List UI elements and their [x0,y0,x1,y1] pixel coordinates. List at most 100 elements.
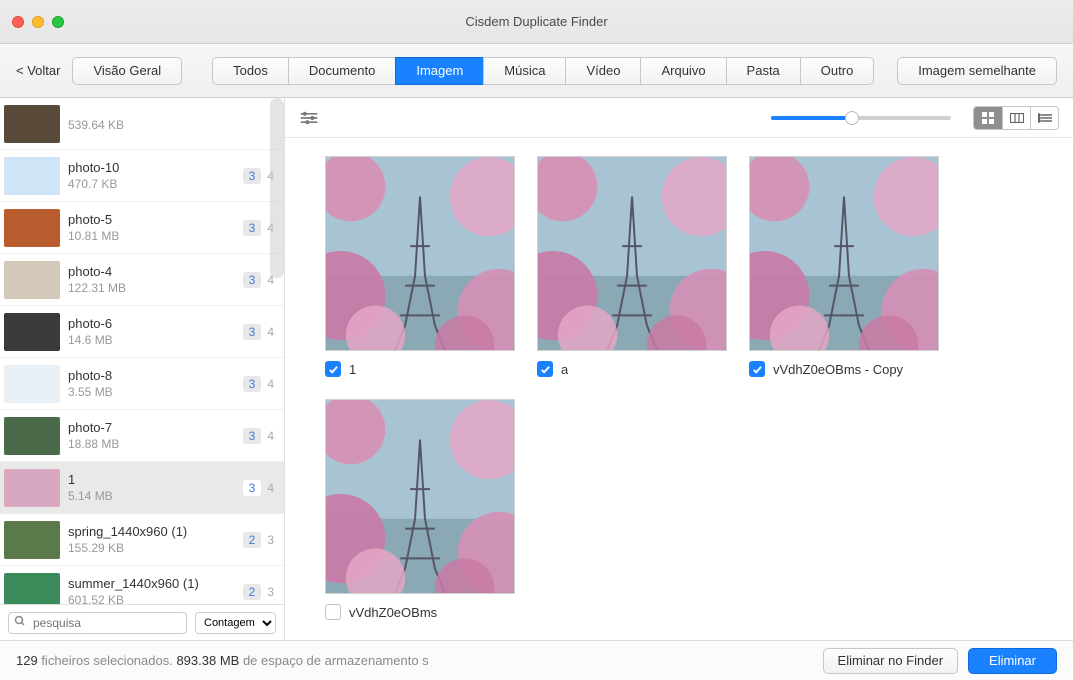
list-item-name: photo-4 [68,264,235,279]
back-button[interactable]: < Voltar [16,63,60,78]
list-item-size: 601.52 KB [68,593,235,604]
list-item-size: 122.31 MB [68,281,235,295]
list-item-selected-count: 3 [243,272,262,288]
grid-item-filename: 1 [349,362,356,377]
list-item-selected-count: 3 [243,168,262,184]
window-title: Cisdem Duplicate Finder [12,14,1061,29]
list-item[interactable]: photo-7 18.88 MB 34 [0,410,284,462]
list-item-size: 5.14 MB [68,489,235,503]
grid-item-checkbox[interactable] [537,361,553,377]
list-item-size: 470.7 KB [68,177,235,191]
grid-item-thumbnail [325,156,515,351]
view-list-button[interactable] [1030,107,1058,129]
view-grid-button[interactable] [974,107,1002,129]
list-item-thumbnail [4,157,60,195]
grid-item-filename: vVdhZ0eOBms - Copy [773,362,903,377]
tab-documento[interactable]: Documento [288,57,395,85]
list-item[interactable]: photo-510.81 MB34 [0,202,284,254]
list-item[interactable]: 15.14 MB34 [0,462,284,514]
list-item[interactable]: photo-614.6 MB34 [0,306,284,358]
tab-video[interactable]: Vídeo [565,57,640,85]
search-icon [14,615,26,630]
sidebar: 539.64 KBphoto-10470.7 KB34photo-510.81 … [0,98,285,640]
list-item[interactable]: photo-4122.31 MB34 [0,254,284,306]
overview-button[interactable]: Visão Geral [72,57,182,85]
list-item[interactable]: summer_1440x960 (1) 601.52 KB 23 [0,566,284,604]
grid-item-thumbnail [537,156,727,351]
titlebar: Cisdem Duplicate Finder [0,0,1073,44]
delete-in-finder-button[interactable]: Eliminar no Finder [823,648,959,674]
minimize-window-button[interactable] [32,16,44,28]
content-panel: 1 a vVdhZ0eOBms - Copy vVdhZ0eOBms [285,98,1073,640]
grid-item[interactable]: a [537,156,727,377]
list-item-name: photo-6 [68,316,235,331]
list-item-name: spring_1440x960 (1) [68,524,235,539]
sort-select[interactable]: Contagem [195,612,276,634]
list-item-selected-count: 3 [243,324,262,340]
duplicate-group-list[interactable]: 539.64 KBphoto-10470.7 KB34photo-510.81 … [0,98,284,604]
slider-thumb[interactable] [845,111,859,125]
list-item-thumbnail [4,105,60,143]
tab-imagem[interactable]: Imagem [395,57,483,85]
grid-item-thumbnail [749,156,939,351]
grid-item[interactable]: vVdhZ0eOBms [325,399,515,620]
grid-item-checkbox[interactable] [325,361,341,377]
close-window-button[interactable] [12,16,24,28]
tab-todos[interactable]: Todos [212,57,288,85]
scrollbar[interactable] [270,98,284,278]
thumbnail-size-slider[interactable] [771,116,951,120]
grid-item-filename: a [561,362,568,377]
filter-icon[interactable] [299,111,319,125]
list-item-name: 1 [68,472,235,487]
main-area: 539.64 KBphoto-10470.7 KB34photo-510.81 … [0,98,1073,640]
view-columns-button[interactable] [1002,107,1030,129]
traffic-lights [12,16,64,28]
list-item-selected-count: 3 [243,428,262,444]
grid-item-filename: vVdhZ0eOBms [349,605,437,620]
grid-item[interactable]: vVdhZ0eOBms - Copy [749,156,939,377]
grid-item[interactable]: 1 [325,156,515,377]
list-item-name: photo-7 [68,420,235,435]
sidebar-footer: Contagem [0,604,284,640]
list-item-size: 18.88 MB [68,437,235,451]
list-item-name: summer_1440x960 (1) [68,576,235,591]
list-item[interactable]: photo-83.55 MB34 [0,358,284,410]
list-item-thumbnail [4,521,60,559]
list-item-size: 3.55 MB [68,385,235,399]
list-item[interactable]: spring_1440x960 (1)155.29 KB23 [0,514,284,566]
search-box [8,612,187,634]
selected-count: 129 [16,653,38,668]
tab-outro[interactable]: Outro [800,57,875,85]
list-item[interactable]: 539.64 KB [0,98,284,150]
delete-button[interactable]: Eliminar [968,648,1057,674]
list-item-size: 155.29 KB [68,541,235,555]
list-item-total-count: 4 [267,481,274,495]
list-item-thumbnail [4,209,60,247]
tab-arquivo[interactable]: Arquivo [640,57,725,85]
list-item-thumbnail [4,469,60,507]
selected-count-suffix: ficheiros selecionados. [38,653,177,668]
status-bar: 129 ficheiros selecionados. 893.38 MB de… [0,640,1073,680]
list-item-total-count: 4 [267,325,274,339]
tab-musica[interactable]: Música [483,57,565,85]
grid-item-checkbox[interactable] [749,361,765,377]
list-item-thumbnail [4,573,60,605]
thumbnail-size-slider-wrap [331,116,961,120]
category-tabs: Todos Documento Imagem Música Vídeo Arqu… [212,57,874,85]
grid-item-thumbnail [325,399,515,594]
list-item-selected-count: 2 [243,584,262,600]
list-item-name: photo-5 [68,212,235,227]
toolbar: < Voltar Visão Geral Todos Documento Ima… [0,44,1073,98]
list-item-total-count: 3 [267,585,274,599]
list-item-total-count: 4 [267,429,274,443]
maximize-window-button[interactable] [52,16,64,28]
tab-pasta[interactable]: Pasta [726,57,800,85]
search-input[interactable] [8,612,187,634]
list-item-total-count: 3 [267,533,274,547]
grid-item-checkbox[interactable] [325,604,341,620]
list-item[interactable]: photo-10470.7 KB34 [0,150,284,202]
content-header [285,98,1073,138]
list-item-name: photo-10 [68,160,235,175]
similar-image-button[interactable]: Imagem semelhante [897,57,1057,85]
list-item-size: 539.64 KB [68,118,274,132]
